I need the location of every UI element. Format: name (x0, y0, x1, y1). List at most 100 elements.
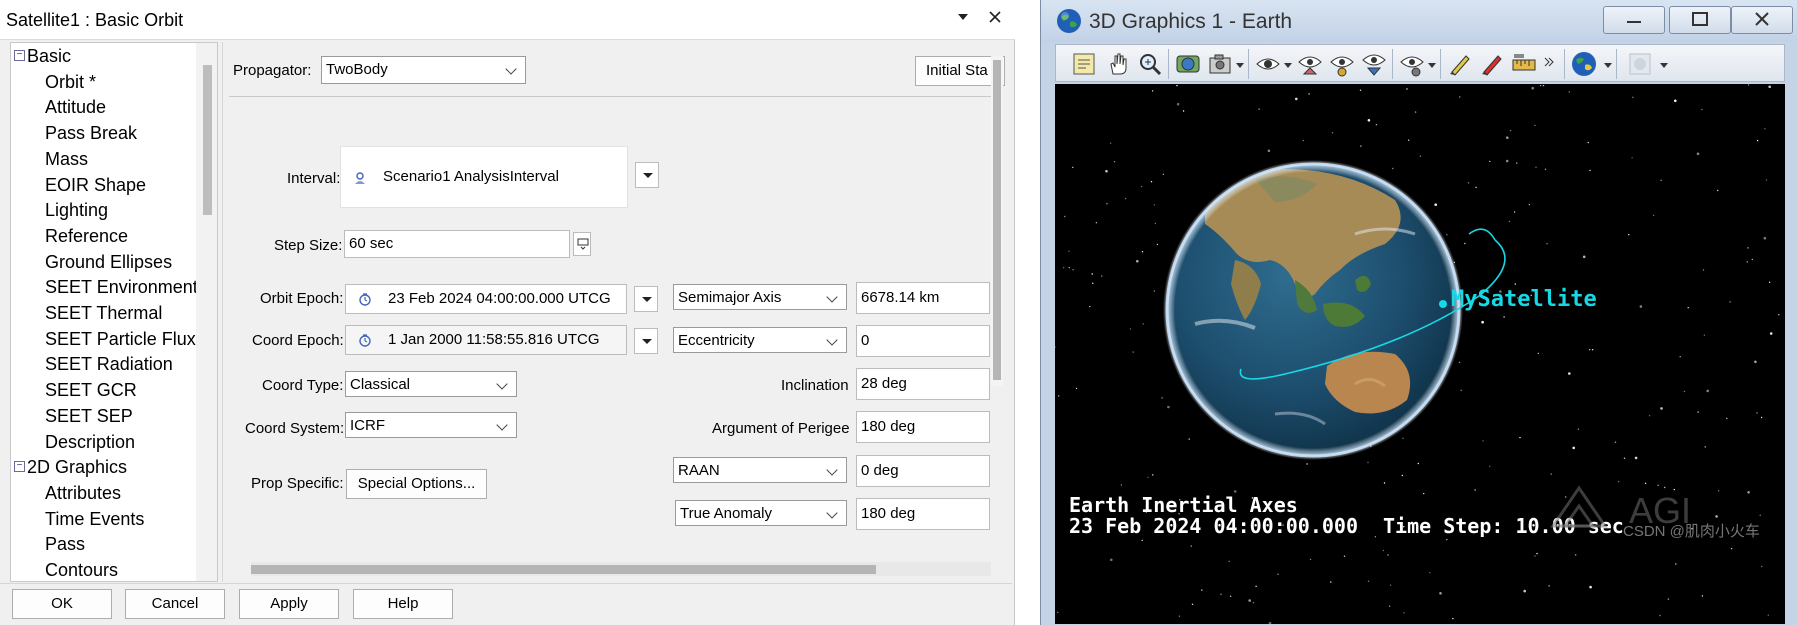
satellite-marker[interactable] (1439, 300, 1447, 308)
tree-item[interactable]: Reference (11, 223, 195, 249)
star (1575, 554, 1577, 556)
coord-type-select[interactable]: Classical (345, 371, 517, 397)
tree-scrollbar[interactable] (196, 43, 217, 581)
eccentricity-input[interactable]: 0 (856, 325, 990, 357)
propagator-select[interactable]: TwoBody (321, 56, 526, 84)
tree-item[interactable]: SEET Particle Flux (11, 326, 196, 352)
true-anomaly-input[interactable]: 180 deg (856, 498, 990, 530)
form-vertical-scrollbar[interactable] (991, 56, 1003, 386)
tree-item[interactable]: Description (11, 429, 195, 455)
ruler-icon[interactable] (1510, 50, 1538, 78)
chevron-down-icon (826, 291, 838, 303)
ok-button[interactable]: OK (12, 589, 112, 619)
interval-field[interactable]: Scenario1 AnalysisInterval (340, 146, 628, 208)
tree-group-1[interactable]: −2D Graphics (11, 454, 195, 480)
more-icon[interactable] (1542, 50, 1556, 78)
tree-item[interactable]: Time Events (11, 506, 195, 532)
minimize-button[interactable] (1603, 6, 1665, 34)
star (1674, 99, 1677, 103)
view-down-icon[interactable] (1360, 50, 1388, 78)
dropdown-arrow-icon[interactable] (1428, 63, 1436, 68)
raan-input[interactable]: 0 deg (856, 455, 990, 487)
tree-scrollbar-thumb[interactable] (203, 65, 212, 215)
tree-item[interactable]: SEET Radiation (11, 351, 195, 377)
form-horizontal-scrollbar-thumb[interactable] (251, 565, 876, 574)
dropdown-arrow-icon[interactable] (1660, 63, 1668, 68)
zoom-icon[interactable] (1136, 50, 1164, 78)
orbit-epoch-field[interactable]: 23 Feb 2024 04:00:00.000 UTCG (345, 284, 627, 314)
object-view-icon[interactable] (1398, 50, 1426, 78)
tree-item[interactable]: Pass (11, 531, 195, 557)
step-size-label: Step Size: (274, 237, 343, 254)
collapse-toggle-icon[interactable]: − (14, 50, 25, 61)
tree-item-label: Lighting (45, 200, 109, 221)
coord-system-select[interactable]: ICRF (345, 412, 517, 438)
star (1109, 142, 1112, 144)
tree-item[interactable]: EOIR Shape (11, 172, 195, 198)
star (1057, 611, 1059, 614)
star (1534, 555, 1536, 557)
tree-item[interactable]: SEET Thermal (11, 300, 195, 326)
star (1268, 621, 1272, 624)
step-size-input[interactable]: 60 sec (344, 230, 570, 258)
satellite-label[interactable]: MySatellite (1451, 287, 1597, 312)
tree-group-0[interactable]: − Basic (11, 43, 195, 69)
pan-hand-icon[interactable] (1104, 50, 1132, 78)
tree-item-label: Orbit * (45, 71, 97, 92)
earth-icon[interactable] (1570, 50, 1598, 78)
home-view-icon[interactable] (1296, 50, 1324, 78)
view-north-icon[interactable] (1328, 50, 1356, 78)
form-vertical-scrollbar-thumb[interactable] (993, 60, 1001, 380)
dropdown-arrow-icon[interactable] (1604, 63, 1612, 68)
star (1754, 360, 1757, 364)
coord-epoch-field[interactable]: 1 Jan 2000 11:58:55.816 UTCG (345, 325, 627, 355)
snapshot-icon[interactable] (1206, 50, 1234, 78)
tree-item[interactable]: Lighting (11, 197, 195, 223)
tree-item[interactable]: SEET Environment (11, 274, 198, 300)
star (1331, 132, 1334, 134)
semimajor-axis-select[interactable]: Semimajor Axis (673, 284, 847, 310)
tree-item[interactable]: Mass (11, 146, 195, 172)
form-horizontal-scrollbar[interactable] (251, 562, 991, 576)
toolbar-separator (1248, 49, 1249, 79)
apply-button[interactable]: Apply (239, 589, 339, 619)
globe-manager-icon[interactable] (1174, 50, 1202, 78)
tree-item-label: Pass (45, 534, 86, 555)
collapse-toggle-icon[interactable]: − (14, 461, 25, 473)
true-anomaly-select[interactable]: True Anomaly (675, 500, 847, 526)
inclination-label: Inclination (781, 377, 849, 394)
tree-item[interactable]: Pass Break (11, 120, 195, 146)
maximize-button[interactable] (1669, 6, 1731, 34)
step-size-selector-button[interactable] (573, 232, 591, 256)
cancel-button[interactable]: Cancel (125, 589, 225, 619)
dropdown-arrow-icon[interactable] (1284, 63, 1292, 68)
red-pen-icon[interactable] (1478, 50, 1506, 78)
window-menu-button[interactable] (948, 6, 978, 34)
close-window-button[interactable] (1731, 6, 1793, 34)
close-button[interactable] (980, 6, 1010, 34)
semimajor-axis-input[interactable]: 6678.14 km (856, 282, 990, 314)
tree-item[interactable]: SEET GCR (11, 377, 195, 403)
tree-item[interactable]: Attributes (11, 480, 195, 506)
interval-dropdown-button[interactable] (635, 162, 659, 188)
dropdown-arrow-icon[interactable] (1236, 63, 1244, 68)
tree-item[interactable]: Contours (11, 557, 195, 581)
3d-viewport[interactable]: MySatellite Earth Inertial Axes 23 Feb 2… (1055, 84, 1785, 624)
eccentricity-select[interactable]: Eccentricity (673, 327, 847, 353)
tree-item[interactable]: Attitude (11, 94, 195, 120)
raan-select[interactable]: RAAN (673, 457, 847, 483)
star (1516, 162, 1518, 164)
tree-item[interactable]: Ground Ellipses (11, 249, 195, 275)
special-options-button[interactable]: Special Options... (346, 469, 487, 499)
argument-of-perigee-input[interactable]: 180 deg (856, 411, 990, 443)
star (1648, 415, 1651, 417)
tree-item[interactable]: SEET SEP (11, 403, 195, 429)
view-from-icon[interactable] (1254, 50, 1282, 78)
properties-icon[interactable] (1070, 50, 1098, 78)
tree-item[interactable]: Orbit * (11, 69, 195, 95)
coord-epoch-dropdown-button[interactable] (634, 328, 658, 354)
help-button[interactable]: Help (353, 589, 453, 619)
inclination-input[interactable]: 28 deg (856, 368, 990, 400)
measure-pen-icon[interactable] (1446, 50, 1474, 78)
orbit-epoch-dropdown-button[interactable] (634, 286, 658, 312)
